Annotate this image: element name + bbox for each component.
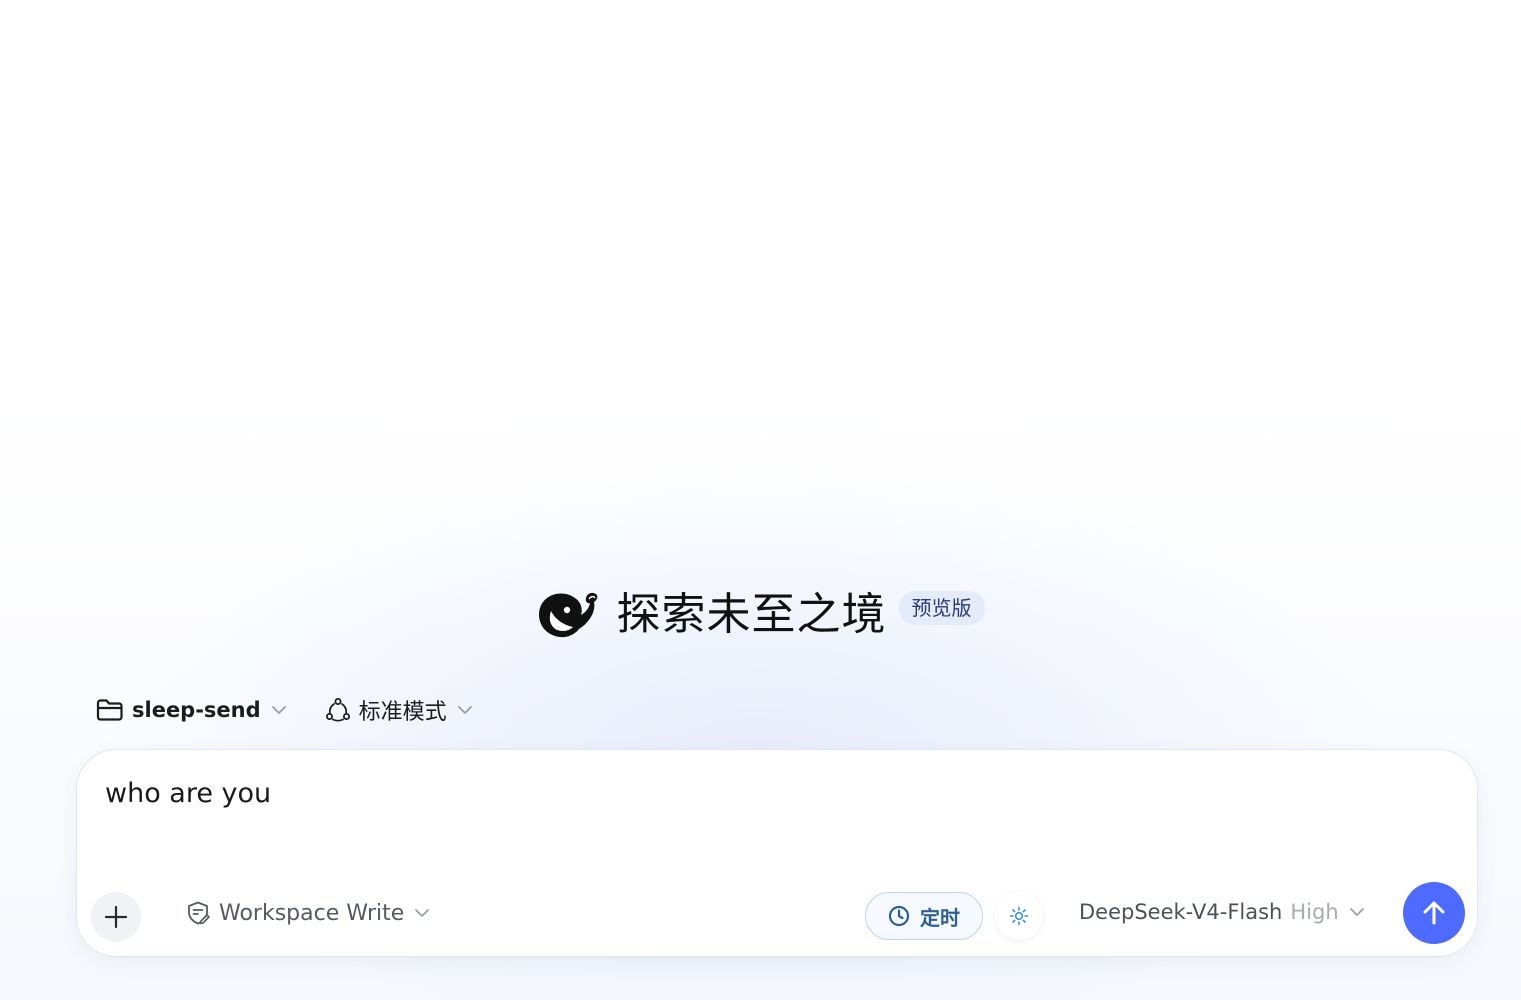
schedule-button[interactable]: 定时	[865, 892, 983, 940]
plus-icon	[104, 905, 128, 929]
send-button[interactable]	[1403, 882, 1465, 944]
hero-inner: 探索未至之境 预览版	[537, 589, 985, 641]
deep-think-button[interactable]	[995, 892, 1043, 940]
model-selector[interactable]: DeepSeek-V4-Flash High	[1079, 900, 1365, 924]
mode-label: 标准模式	[358, 700, 447, 725]
folder-label: sleep-send	[132, 698, 261, 722]
clock-icon	[888, 905, 910, 927]
schedule-label: 定时	[920, 905, 960, 930]
preview-badge: 预览版	[898, 591, 985, 625]
composer: who are you Workspace Write 定时 DeepSeek-…	[76, 749, 1478, 957]
add-attachment-button[interactable]	[91, 892, 141, 942]
prompt-input[interactable]: who are you	[105, 778, 1405, 809]
sun-icon	[1008, 905, 1030, 927]
hero-title: 探索未至之境	[616, 589, 887, 640]
chevron-down-icon	[271, 705, 287, 715]
folder-icon	[96, 698, 124, 722]
folder-selector[interactable]: sleep-send	[96, 698, 287, 722]
permission-selector[interactable]: Workspace Write	[185, 900, 430, 926]
permission-label: Workspace Write	[219, 900, 405, 926]
chevron-down-icon	[1349, 907, 1365, 917]
model-level: High	[1290, 900, 1339, 924]
mode-selector[interactable]: 标准模式	[325, 694, 473, 726]
chevron-down-icon	[457, 705, 473, 715]
mode-cycle-icon	[325, 697, 351, 723]
hero: 探索未至之境 预览版	[0, 585, 1521, 645]
chevron-down-icon	[414, 908, 430, 918]
model-name: DeepSeek-V4-Flash	[1079, 900, 1283, 924]
composer-toolbar: Workspace Write 定时 DeepSeek-V4-Flash Hig…	[91, 878, 1465, 944]
shield-edit-icon	[185, 900, 211, 926]
arrow-up-icon	[1420, 899, 1448, 927]
deepseek-whale-icon	[537, 589, 601, 641]
selector-row: sleep-send 标准模式	[96, 690, 473, 730]
